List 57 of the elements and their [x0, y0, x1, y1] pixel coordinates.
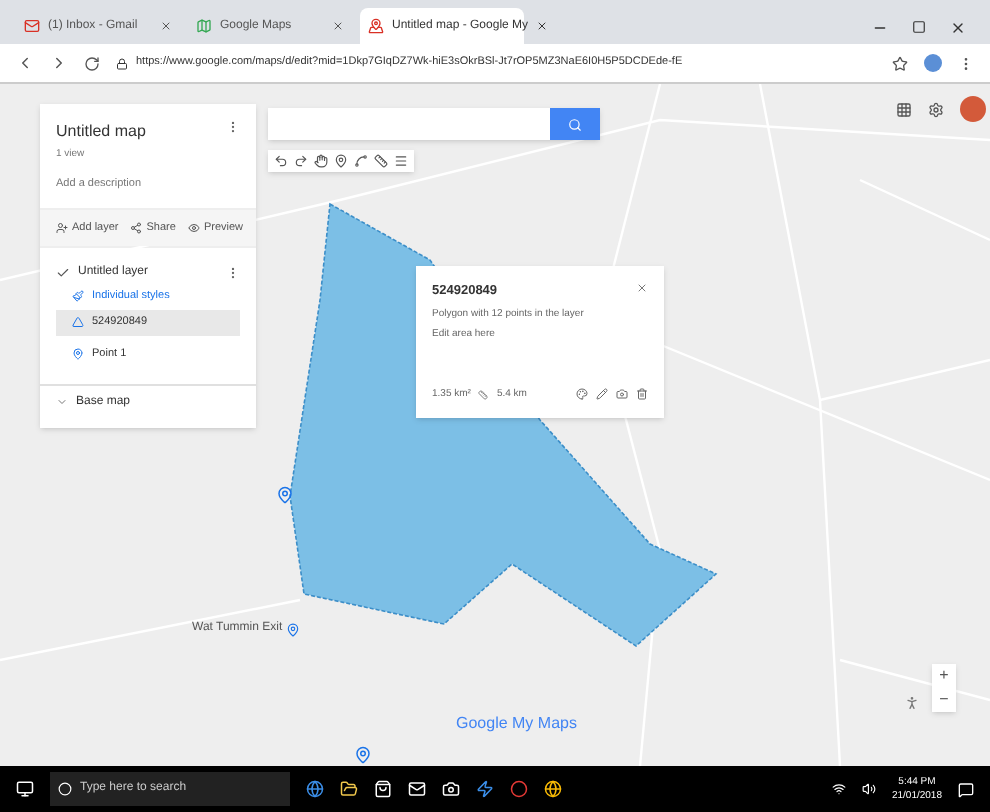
eye-icon	[187, 221, 200, 234]
ring-icon[interactable]	[510, 780, 528, 798]
toolbar-tool-icon[interactable]	[314, 154, 328, 168]
lightning-icon[interactable]	[476, 780, 494, 798]
search-icon	[568, 117, 582, 131]
map-title[interactable]: Untitled map	[56, 120, 146, 144]
toolbar-tool-icon[interactable]	[274, 154, 288, 168]
add-person-icon	[56, 221, 68, 234]
notifications-icon[interactable]	[958, 781, 974, 797]
close-icon[interactable]	[536, 20, 549, 32]
wifi-icon	[831, 782, 846, 796]
more-options-icon[interactable]	[226, 266, 240, 280]
map-pin-icon	[72, 347, 84, 360]
forward-icon[interactable]	[50, 54, 68, 72]
place-pin-icon	[286, 621, 301, 637]
bookmark-star-icon[interactable]	[892, 55, 908, 71]
more-options-icon[interactable]	[226, 120, 240, 134]
paintbrush-icon	[72, 290, 84, 303]
layer-checkbox[interactable]	[56, 266, 70, 280]
zoom-button[interactable]: −	[932, 688, 956, 712]
lock-icon	[116, 57, 128, 69]
toolbar-tool-icon[interactable]	[294, 154, 308, 168]
delete-icon[interactable]	[636, 388, 648, 401]
start-icon[interactable]	[16, 780, 34, 798]
brand-logo-text: Google My Maps	[456, 712, 577, 736]
toolbar-tool-icon[interactable]	[394, 154, 408, 168]
ruler-icon	[478, 389, 489, 400]
store-icon[interactable]	[374, 780, 392, 798]
map-pin-icon	[276, 484, 294, 506]
zoom-button[interactable]: +	[932, 664, 956, 688]
triangle-icon	[72, 316, 84, 329]
volume-icon	[861, 782, 876, 796]
edit-icon[interactable]	[596, 388, 608, 401]
folder-icon[interactable]	[340, 780, 358, 798]
maximize-icon[interactable]	[912, 20, 926, 34]
close-icon[interactable]	[636, 282, 648, 294]
back-icon[interactable]	[16, 54, 34, 72]
toolbar-tool-icon[interactable]	[354, 154, 368, 168]
mail-icon[interactable]	[408, 780, 426, 798]
pegman-icon[interactable]	[904, 694, 920, 712]
profile-avatar[interactable]	[924, 54, 942, 72]
close-icon[interactable]	[950, 20, 966, 36]
share-icon	[130, 221, 143, 234]
toolbar-tool-icon[interactable]	[374, 154, 388, 168]
browser-icon[interactable]	[544, 780, 562, 798]
style-icon[interactable]	[576, 388, 588, 401]
reload-icon[interactable]	[84, 55, 100, 71]
close-icon[interactable]	[332, 20, 344, 32]
tab-favicon-icon	[196, 18, 212, 34]
tab-favicon-icon	[368, 18, 384, 34]
apps-grid-icon[interactable]	[896, 101, 912, 117]
tab-favicon-icon	[24, 18, 40, 34]
close-icon[interactable]	[160, 20, 172, 32]
map-pin-icon	[354, 744, 372, 766]
search-field[interactable]	[268, 108, 550, 140]
settings-icon[interactable]	[928, 101, 944, 117]
toolbar-tool-icon[interactable]	[334, 154, 348, 168]
